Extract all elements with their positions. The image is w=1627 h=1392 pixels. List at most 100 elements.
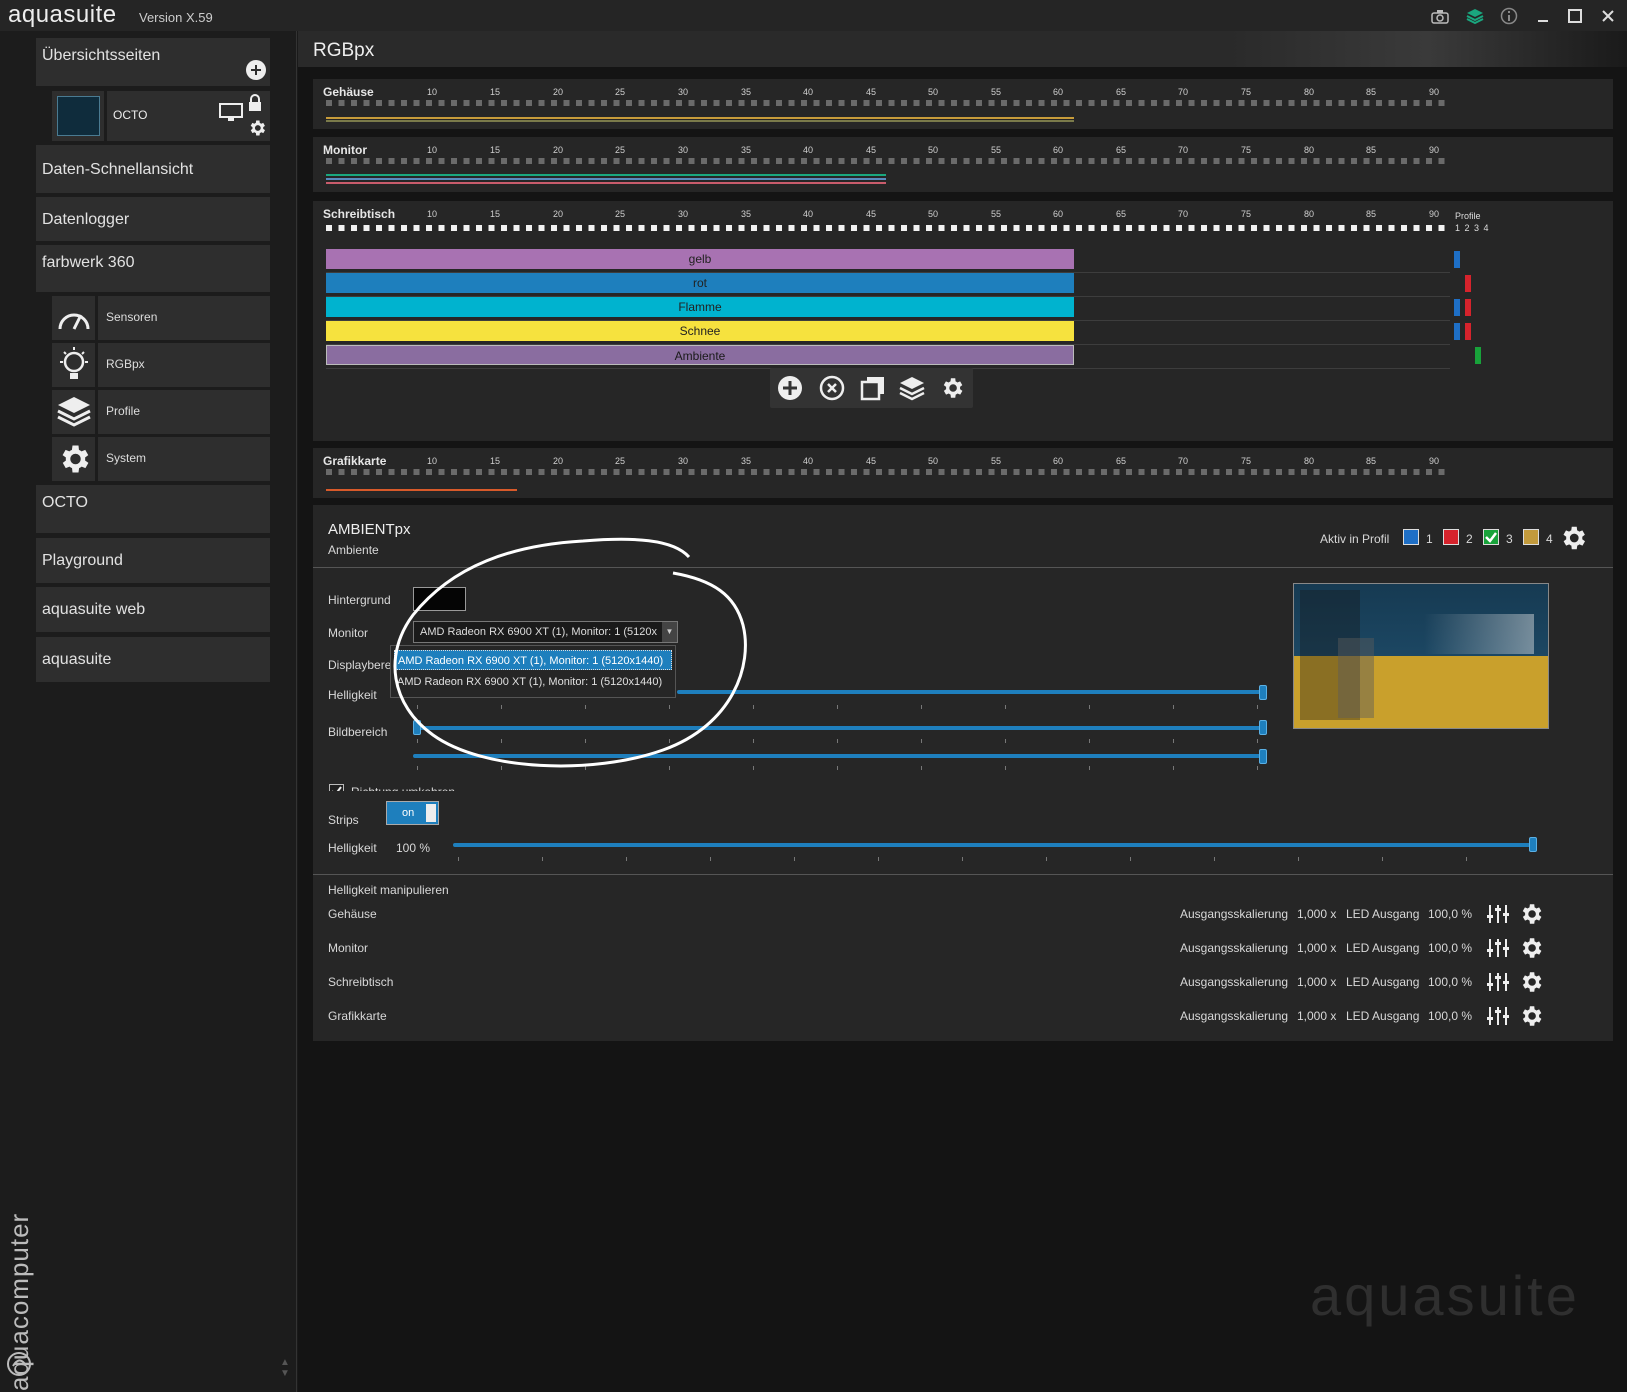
sidebar-item-profile[interactable]: Profile (98, 390, 270, 434)
led-output-label: LED Ausgang (1346, 907, 1420, 921)
strip-schreibtisch[interactable]: Schreibtisch 10 15 20 25 30 35 40 45 50 55 60 65 70 7… (313, 201, 1613, 441)
gear-icon[interactable] (938, 374, 966, 402)
adjust-sliders-icon[interactable] (1486, 903, 1510, 930)
sidebar-item-label: Sensoren (106, 310, 158, 324)
sidebar-item-label: RGBpx (106, 357, 145, 371)
sidebar-item-aquasuite[interactable]: aquasuite (36, 637, 270, 682)
strip-gehaeuse[interactable]: Gehäuse 10 15 20 25 30 35 40 45 50 55 60 65 70 75 80 85… (313, 79, 1613, 129)
sidebar-item-sensoren[interactable]: Sensoren (98, 296, 270, 340)
strips-label: Strips (328, 813, 359, 827)
monitor-icon[interactable] (219, 103, 243, 128)
effect-bar[interactable]: Flamme (326, 297, 1074, 317)
lock-icon[interactable] (247, 94, 263, 117)
sidebar-item-farbwerk[interactable]: farbwerk 360 (36, 245, 270, 292)
strips-toggle[interactable]: on (386, 801, 439, 825)
sidebar-item-system[interactable]: System (98, 437, 270, 481)
layers-icon[interactable] (898, 374, 926, 402)
profile-3-checkbox[interactable] (1483, 529, 1499, 545)
strips-brightness-handle[interactable] (1529, 837, 1537, 852)
system-gear-icon[interactable] (52, 437, 95, 481)
adjust-sliders-icon[interactable] (1486, 971, 1510, 998)
close-icon[interactable] (1598, 6, 1618, 26)
sidebar-item-label: Daten-Schnellansicht (42, 161, 194, 178)
tick-label: 30 (677, 209, 688, 219)
strips-brightness-label: Helligkeit (328, 841, 377, 855)
led-dots (326, 100, 1450, 106)
tick-label: 20 (552, 145, 563, 155)
add-icon[interactable] (776, 374, 804, 402)
tick-label: 30 (677, 145, 688, 155)
row-settings-gear-icon[interactable] (1518, 969, 1544, 1000)
gear-icon[interactable] (247, 118, 267, 143)
effect-bar[interactable]: gelb (326, 249, 1074, 269)
effect-line (326, 182, 886, 184)
brightness-slider-handle[interactable] (1259, 685, 1267, 700)
tick-label: 80 (1303, 456, 1314, 466)
sidebar-item-aquasuite-web[interactable]: aquasuite web (36, 587, 270, 632)
page-header: RGBpx (298, 31, 1627, 67)
sidebar-item-datalogger[interactable]: Datenlogger (36, 197, 270, 241)
effect-bar[interactable]: Ambiente (326, 345, 1074, 365)
tick-label: 55 (990, 145, 1001, 155)
profile-1-checkbox[interactable] (1403, 529, 1419, 545)
tick-label: 55 (990, 209, 1001, 219)
sidebar-item-rgbpx[interactable]: RGBpx (98, 343, 270, 387)
manipulate-label: Helligkeit manipulieren (328, 883, 449, 897)
led-output-label: LED Ausgang (1346, 1009, 1420, 1023)
strip-monitor[interactable]: Monitor 10 15 20 25 30 35 40 45 50 55 60 65 70 75 80 85… (313, 137, 1613, 192)
speedometer-icon[interactable] (52, 296, 95, 340)
lightbulb-icon[interactable] (52, 343, 95, 387)
maximize-icon[interactable] (1565, 6, 1585, 26)
profile-marker (1454, 323, 1460, 340)
profile-header: Profile (1455, 211, 1481, 221)
octo-page-item[interactable]: OCTO (107, 91, 270, 141)
sidebar-item-label: System (106, 451, 147, 465)
adjust-sliders-icon[interactable] (1486, 937, 1510, 964)
tick-label: 60 (1052, 209, 1063, 219)
row-settings-gear-icon[interactable] (1518, 1003, 1544, 1034)
tick-label: 15 (489, 209, 500, 219)
led-output-label: LED Ausgang (1346, 941, 1420, 955)
row-settings-gear-icon[interactable] (1518, 901, 1544, 932)
tick-label: 65 (1115, 145, 1126, 155)
effect-bar[interactable]: Schnee (326, 321, 1074, 341)
effect-bar[interactable]: rot (326, 273, 1074, 293)
row-name: Grafikkarte (328, 1009, 387, 1023)
strip-grafikkarte[interactable]: Grafikkarte 10 15 20 25 30 35 40 45 50 55 60 65 70 75… (313, 448, 1613, 498)
remove-icon[interactable] (818, 374, 846, 402)
profile-4-checkbox[interactable] (1523, 529, 1539, 545)
add-page-icon[interactable] (246, 60, 266, 85)
brightness-label: Helligkeit (328, 688, 377, 702)
adjust-sliders-icon[interactable] (1486, 1005, 1510, 1032)
image-area-2-handle[interactable] (1259, 749, 1267, 764)
profile-layers-icon[interactable] (52, 390, 95, 434)
sidebar-item-playground[interactable]: Playground (36, 538, 270, 583)
sidebar-item-label: Übersichtsseiten (42, 47, 161, 64)
tick-label: 15 (489, 456, 500, 466)
profile-2-checkbox[interactable] (1443, 529, 1459, 545)
main-area: RGBpx Gehäuse 10 15 20 25 30 35 40 45 50 55 60 65 70… (298, 31, 1627, 1392)
layers-icon[interactable] (1465, 6, 1485, 26)
camera-icon[interactable] (1430, 6, 1450, 26)
tick-label: 25 (614, 87, 625, 97)
image-area-end-handle[interactable] (1259, 720, 1267, 735)
sidebar-item-octo[interactable]: OCTO (36, 485, 270, 533)
tick-label: 75 (1240, 209, 1251, 219)
profile-marker (1454, 299, 1460, 316)
sidebar-item-label: aquasuite web (42, 601, 146, 618)
strips-brightness-slider[interactable] (453, 843, 1533, 847)
strip-name: Monitor (323, 143, 367, 157)
sidebar-item-quickview[interactable]: Daten-Schnellansicht (36, 145, 270, 193)
scale-value: 1,000 x (1297, 1009, 1337, 1023)
row-settings-gear-icon[interactable] (1518, 935, 1544, 966)
tick-label: 55 (990, 456, 1001, 466)
ambient-settings-gear-icon[interactable] (1558, 523, 1588, 558)
minimize-icon[interactable] (1533, 6, 1553, 26)
row-name: Monitor (328, 941, 369, 955)
octo-thumbnail[interactable] (52, 91, 104, 141)
info-icon[interactable] (1499, 6, 1519, 26)
tick-label: 70 (1177, 209, 1188, 219)
sidebar-item-overview[interactable]: Übersichtsseiten (36, 38, 270, 86)
copy-icon[interactable] (859, 374, 887, 402)
scroll-arrows-icon[interactable]: ▲ ▼ (280, 1357, 290, 1379)
